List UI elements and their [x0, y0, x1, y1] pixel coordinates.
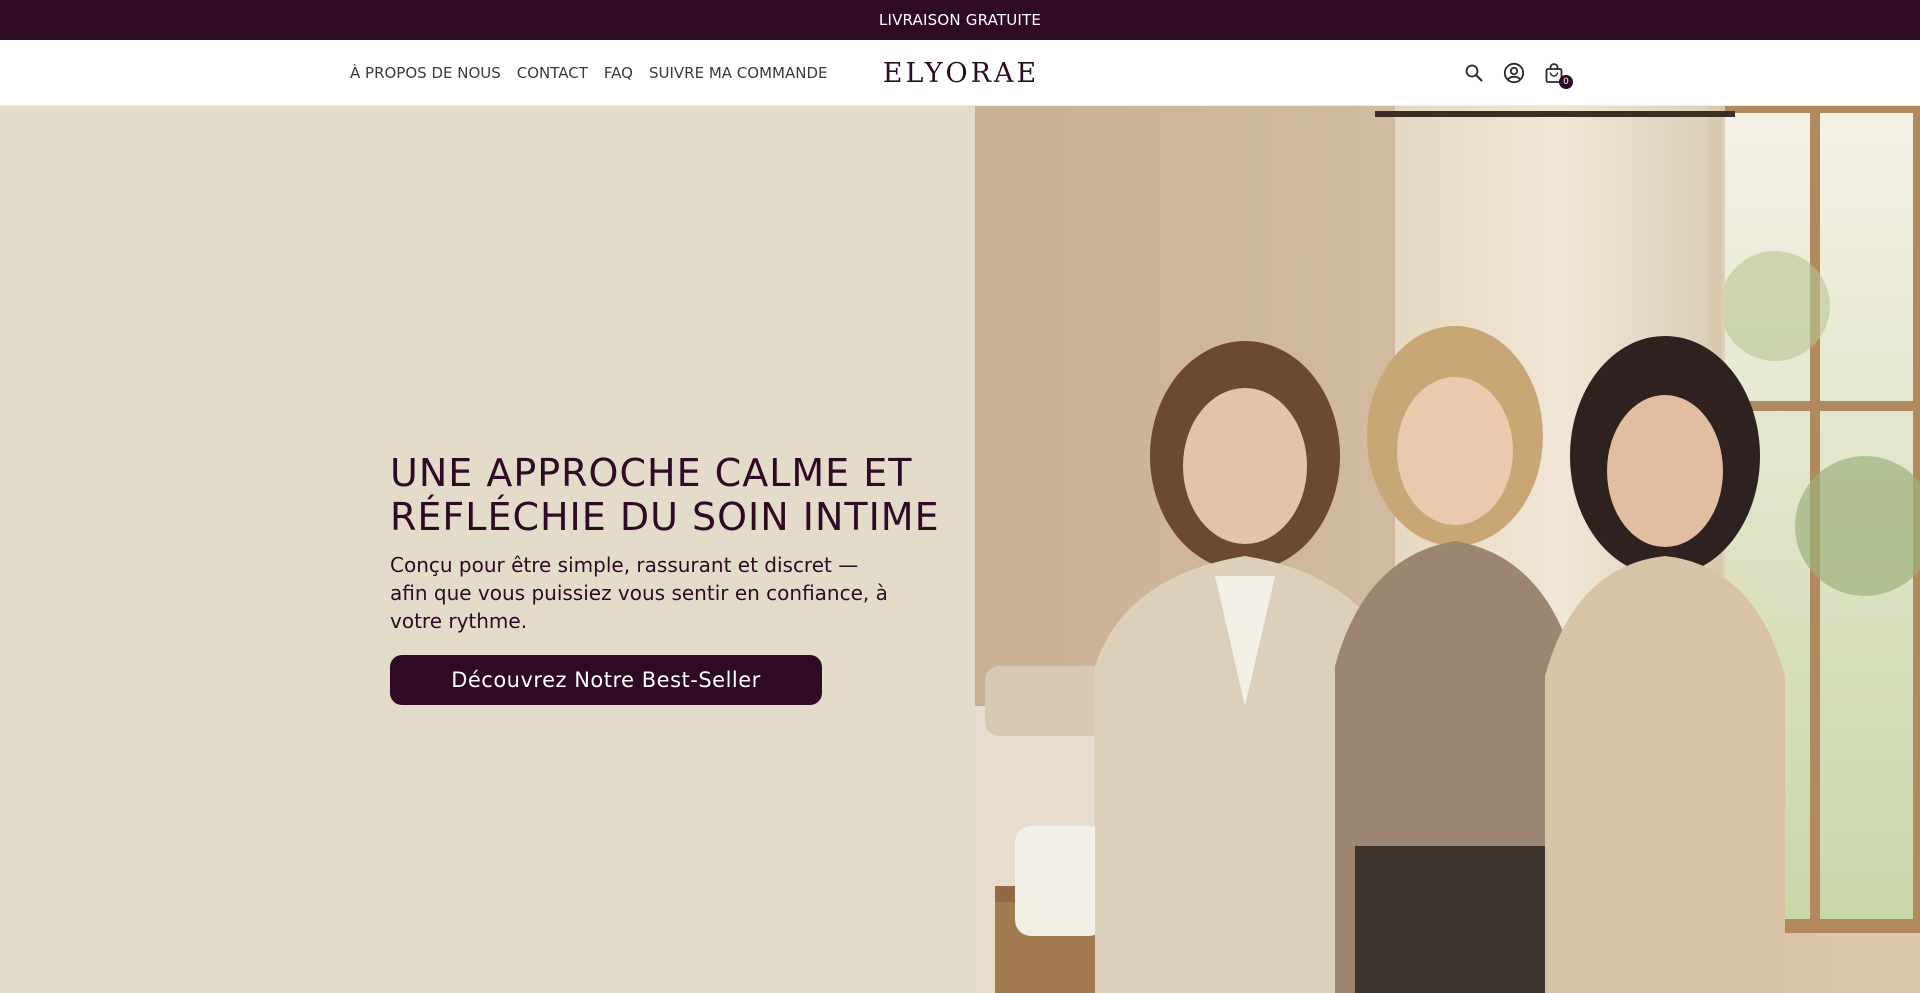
hero-subtitle: Conçu pour être simple, rassurant et dis… [390, 553, 888, 633]
nav-item-contact[interactable]: CONTACT [517, 64, 588, 82]
account-button[interactable] [1502, 61, 1526, 85]
hero-title: UNE APPROCHE CALME ET RÉFLÉCHIE DU SOIN … [390, 451, 940, 539]
main-nav: À PROPOS DE NOUS CONTACT FAQ SUIVRE MA C… [350, 40, 827, 106]
site-header: À PROPOS DE NOUS CONTACT FAQ SUIVRE MA C… [0, 40, 1920, 106]
hero-photo-women [975, 106, 1920, 993]
search-icon [1465, 64, 1483, 82]
announcement-bar: LIVRAISON GRATUITE [0, 0, 1920, 40]
nav-item-faq[interactable]: FAQ [604, 64, 633, 82]
discover-best-seller-button[interactable]: Découvrez Notre Best-Seller [390, 655, 822, 705]
header-icons: 0 [1462, 40, 1573, 106]
brand-logo[interactable]: ELYORAE [880, 40, 1042, 106]
hero-text-panel: UNE APPROCHE CALME ET RÉFLÉCHIE DU SOIN … [0, 106, 975, 993]
cart-count-badge: 0 [1559, 75, 1573, 89]
search-button[interactable] [1462, 61, 1486, 85]
announcement-text: LIVRAISON GRATUITE [878, 11, 1042, 29]
nav-item-about[interactable]: À PROPOS DE NOUS [350, 64, 501, 82]
account-icon [1503, 62, 1525, 84]
cart-button[interactable]: 0 [1542, 61, 1573, 89]
hero-image [975, 106, 1920, 993]
nav-item-track-order[interactable]: SUIVRE MA COMMANDE [649, 64, 828, 82]
hero-copy: UNE APPROCHE CALME ET RÉFLÉCHIE DU SOIN … [390, 451, 950, 705]
